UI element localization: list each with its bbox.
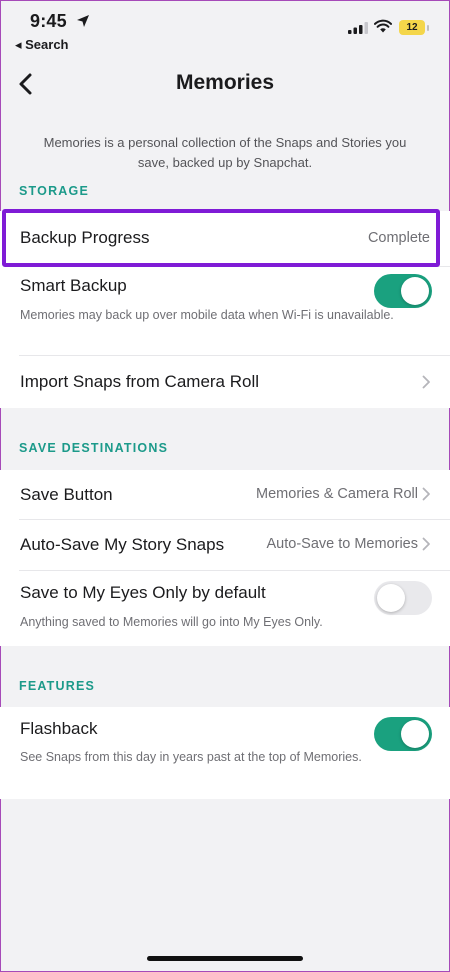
back-to-search-link[interactable]: ◂ Search [15,37,69,53]
toggle-knob [401,277,429,305]
toggle-knob [401,720,429,748]
save-button-value: Memories & Camera Roll [256,486,418,502]
section-header-save-destinations: SAVE DESTINATIONS [19,441,169,455]
status-bar: 9:45 ◂ Search 12 [0,0,450,56]
chevron-right-icon [422,375,430,389]
section-header-storage: STORAGE [19,184,89,198]
smart-backup-description: Memories may back up over mobile data wh… [20,308,394,322]
save-button-row[interactable]: Save Button Memories & Camera Roll [0,470,450,519]
battery-level: 12 [406,22,418,33]
save-destinations-group: Save Button Memories & Camera Roll Auto-… [0,470,450,646]
battery-nub [427,25,429,31]
flashback-row: Flashback See Snaps from this day in yea… [0,707,450,799]
flashback-toggle[interactable] [374,717,432,751]
flashback-label: Flashback [20,719,98,738]
features-group: Flashback See Snaps from this day in yea… [0,707,450,799]
my-eyes-only-toggle[interactable] [374,581,432,615]
wifi-icon [374,19,392,33]
location-arrow-icon [77,15,89,27]
save-button-label: Save Button [20,485,113,504]
smart-backup-label: Smart Backup [20,276,127,295]
my-eyes-only-row: Save to My Eyes Only by default Anything… [0,571,450,646]
page-title: Memories [175,71,275,94]
chevron-right-icon [422,487,430,501]
highlight-box [2,209,440,267]
auto-save-value: Auto-Save to Memories [266,536,418,552]
import-snaps-label: Import Snaps from Camera Roll [20,372,260,391]
flashback-description: See Snaps from this day in years past at… [20,750,362,764]
chevron-right-icon [422,537,430,551]
my-eyes-only-description: Anything saved to Memories will go into … [20,615,323,629]
toggle-knob [377,584,405,612]
auto-save-label: Auto-Save My Story Snaps [20,535,225,554]
cellular-signal-icon [348,22,368,34]
my-eyes-only-label: Save to My Eyes Only by default [20,583,266,602]
smart-backup-row: Smart Backup Memories may back up over m… [0,267,450,355]
import-snaps-row[interactable]: Import Snaps from Camera Roll [0,356,450,408]
section-header-features: FEATURES [19,679,96,693]
status-time: 9:45 [30,11,67,31]
auto-save-row[interactable]: Auto-Save My Story Snaps Auto-Save to Me… [0,520,450,570]
nav-bar: Memories [0,56,450,112]
smart-backup-toggle[interactable] [374,274,432,308]
memories-description: Memories is a personal collection of the… [43,135,407,170]
battery-indicator: 12 [399,20,425,35]
home-indicator [147,956,303,961]
